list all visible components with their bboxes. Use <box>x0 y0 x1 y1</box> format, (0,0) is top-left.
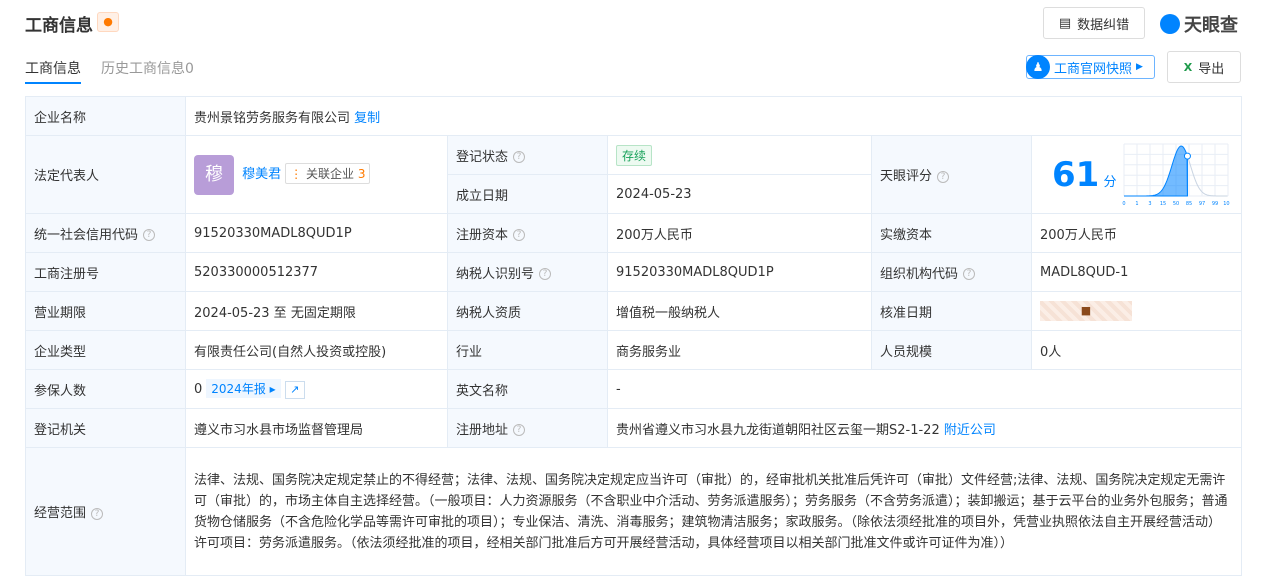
label: 登记机关 <box>25 408 186 448</box>
label: 成立日期 <box>447 174 608 214</box>
label: 组织机构代码 <box>880 266 959 282</box>
annual-report-link[interactable]: 2024年报 ▸ <box>206 379 281 399</box>
taxpayer-qualification: 增值税一般纳税人 <box>607 291 872 331</box>
label: 注册地址 <box>456 422 509 438</box>
tab-history[interactable]: 历史工商信息0 <box>101 58 194 78</box>
label: 行业 <box>447 330 608 370</box>
label: 人员规模 <box>871 330 1032 370</box>
x-tick-label: 1 <box>1135 201 1138 207</box>
related-count: 3 <box>357 167 366 181</box>
x-tick-label: 3 <box>1148 201 1151 207</box>
logo: 天眼查 <box>1160 11 1238 37</box>
tab-business-info[interactable]: 工商信息 <box>25 58 81 78</box>
help-icon[interactable]: ? <box>937 170 950 183</box>
label: 统一社会信用代码 <box>34 227 139 243</box>
credit-code: 91520330MADL8QUD1P <box>185 213 448 253</box>
label: 天眼评分 <box>880 169 933 184</box>
registered-address: 贵州省遵义市习水县九龙街道朝阳社区云玺一期S2-1-22 <box>616 422 940 438</box>
label: 实缴资本 <box>871 213 1032 253</box>
label: 英文名称 <box>447 369 608 409</box>
x-tick-label: 85 <box>1186 201 1192 207</box>
company-type: 有限责任公司(自然人投资或控股) <box>185 330 448 370</box>
registration-authority: 遵义市习水县市场监督管理局 <box>185 408 448 448</box>
label: 企业名称 <box>25 96 186 136</box>
label: 核准日期 <box>871 291 1032 331</box>
help-icon[interactable]: ? <box>513 229 526 241</box>
help-icon[interactable]: ? <box>539 268 552 280</box>
excel-icon: X <box>1183 60 1193 74</box>
logo-text: 天眼查 <box>1184 15 1238 36</box>
org-code: MADL8QUD-1 <box>1030 252 1243 292</box>
business-term: 2024-05-23 至 无固定期限 <box>185 291 448 331</box>
x-tick-label: 100 <box>1223 201 1230 207</box>
avatar: 穆 <box>194 154 234 195</box>
label: 营业期限 <box>25 291 186 331</box>
help-icon[interactable]: ? <box>513 151 526 163</box>
label: 纳税人资质 <box>447 291 608 331</box>
caret-right-icon: ▶ <box>1136 62 1143 72</box>
snapshot-button[interactable]: ♟ 工商官网快照 ▶ <box>1026 55 1155 79</box>
score-unit: 分 <box>1103 174 1117 190</box>
label: 注册资本 <box>456 227 509 243</box>
insured-count: 0 <box>194 382 203 398</box>
export-label: 导出 <box>1198 61 1225 77</box>
label: 登记状态 <box>456 149 509 165</box>
related-companies-button[interactable]: ⋮ 关联企业 3 <box>285 163 371 184</box>
x-tick-label: 0 <box>1122 201 1125 207</box>
lock-icon[interactable]: ■ <box>1040 301 1132 321</box>
help-icon[interactable]: ? <box>143 229 156 241</box>
established-date: 2024-05-23 <box>607 174 872 214</box>
score-value: 61 <box>1052 154 1100 195</box>
document-icon: ▤ <box>1058 15 1072 31</box>
copy-link[interactable]: 复制 <box>354 111 380 126</box>
tab-underline <box>25 82 81 84</box>
company-name: 贵州景铭劳务服务有限公司 <box>194 110 351 126</box>
stamp-icon: ♟ <box>1026 55 1050 79</box>
x-tick-label: 97 <box>1199 201 1205 207</box>
help-icon[interactable]: ? <box>963 268 976 280</box>
x-tick-label: 99 <box>1212 201 1218 207</box>
paid-capital: 200万人民币 <box>1030 213 1243 253</box>
business-info-table: 企业名称 贵州景铭劳务服务有限公司 复制 法定代表人 穆 穆美君 ⋮ 关联企业 3 … <box>25 96 1243 576</box>
export-button[interactable]: X 导出 <box>1167 51 1241 83</box>
label: 企业类型 <box>25 330 186 370</box>
label: 参保人数 <box>25 369 186 409</box>
english-name: - <box>606 369 1243 409</box>
registered-capital: 200万人民币 <box>607 213 872 253</box>
label: 纳税人识别号 <box>456 266 535 282</box>
help-icon[interactable]: ? <box>91 507 104 520</box>
x-tick-label: 15 <box>1160 201 1166 207</box>
score-distribution-chart[interactable]: 0 1 3 15 50 85 97 99 100 <box>1122 142 1230 208</box>
logo-icon <box>1160 14 1180 34</box>
data-correction-button[interactable]: ▤ 数据纠错 <box>1043 7 1145 39</box>
help-icon[interactable]: ? <box>513 424 526 436</box>
label: 经营范围 <box>34 506 87 521</box>
label: 工商注册号 <box>25 252 186 292</box>
trend-chart-icon[interactable]: ↗ <box>284 380 305 399</box>
business-scope: 法律、法规、国务院决定规定禁止的不得经营；法律、法规、国务院决定规定应当许可（审… <box>184 447 1243 576</box>
distribution-curve <box>1186 155 1228 197</box>
status-badge: 存续 <box>616 144 653 166</box>
legal-rep-link[interactable]: 穆美君 <box>242 167 281 182</box>
nearby-companies-link[interactable]: 附近公司 <box>944 423 996 438</box>
score-marker <box>1183 152 1191 160</box>
taxpayer-id: 91520330MADL8QUD1P <box>607 252 872 292</box>
x-tick-label: 50 <box>1173 201 1179 207</box>
snapshot-label: 工商官网快照 <box>1054 61 1133 77</box>
industry: 商务服务业 <box>607 330 872 370</box>
registration-number: 520330000512377 <box>185 252 448 292</box>
label: 法定代表人 <box>25 135 186 214</box>
page-title: 工商信息 <box>25 16 93 36</box>
annual-report-label: 2024年报 <box>211 382 266 397</box>
correction-label: 数据纠错 <box>1077 17 1130 33</box>
staff-size: 0人 <box>1030 330 1243 370</box>
related-label: 关联企业 <box>305 167 354 181</box>
score-area <box>1124 145 1188 197</box>
bell-icon[interactable]: ● <box>97 12 119 32</box>
network-icon: ⋮ <box>290 167 303 181</box>
